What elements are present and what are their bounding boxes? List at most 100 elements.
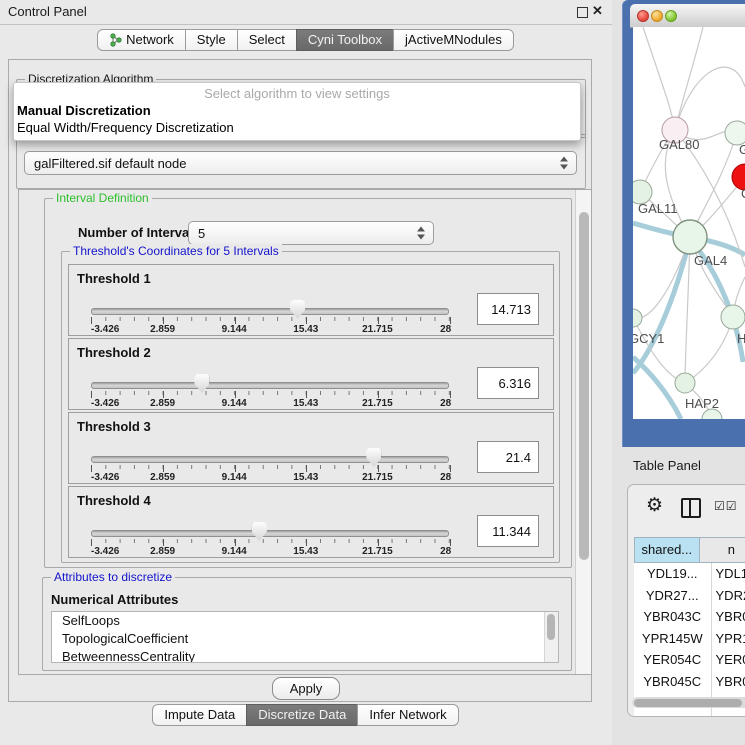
tab-style[interactable]: Style	[185, 29, 238, 51]
threshold-1-value-field[interactable]: 14.713	[477, 293, 539, 325]
control-panel-title: Control Panel	[8, 4, 87, 19]
threshold-1-label: Threshold 1	[77, 271, 151, 286]
list-item[interactable]: SelfLoops	[52, 612, 558, 630]
control-panel: Control Panel ✕ Network Style Select Cyn…	[0, 0, 612, 745]
node-label-clipped: H	[737, 331, 745, 346]
screenshot-root: Control Panel ✕ Network Style Select Cyn…	[0, 0, 745, 745]
combo-stepper-icon	[417, 226, 426, 241]
node-label-clipped: GA	[739, 142, 745, 157]
number-of-intervals-combobox[interactable]: 5	[188, 221, 434, 245]
attributes-group-label: Attributes to discretize	[51, 570, 175, 584]
tab-network-label: Network	[126, 30, 174, 50]
network-node-hap2[interactable]	[675, 373, 695, 393]
combo-stepper-icon	[560, 156, 569, 171]
tab-infer-network[interactable]: Infer Network	[357, 704, 458, 726]
number-of-intervals-label: Number of Intervals	[78, 225, 200, 240]
cyni-toolbox-panel: Discretization Algorithm Select algorith…	[8, 59, 592, 702]
minimize-traffic-light-icon[interactable]	[651, 10, 663, 22]
algorithm-dropdown-popup: Select algorithm to view settings Manual…	[13, 82, 581, 141]
threshold-1-panel: Threshold 1 -3.426 2.859 9	[68, 264, 554, 336]
algorithm-option-equal-width[interactable]: Equal Width/Frequency Discretization	[17, 120, 234, 135]
list-item[interactable]: BetweennessCentrality	[52, 648, 558, 663]
zoom-traffic-light-icon[interactable]	[665, 10, 677, 22]
slider-track	[91, 382, 449, 389]
table-horizontal-scrollbar[interactable]	[632, 697, 745, 708]
network-graph: GAL80 GA C GAL11 GAL4 GCY1 H HAP2	[633, 27, 745, 419]
threshold-4-label: Threshold 4	[77, 493, 151, 508]
node-label-gal4: GAL4	[694, 253, 727, 268]
table-row[interactable]: YBR045CYBR0	[634, 671, 745, 693]
column-header-name[interactable]: n	[700, 538, 745, 562]
node-label-gcy1: GCY1	[633, 331, 664, 346]
threshold-2-value-field[interactable]: 6.316	[477, 367, 539, 399]
table-row[interactable]: YPR145WYPR1	[634, 628, 745, 650]
tab-discretize-data[interactable]: Discretize Data	[246, 704, 358, 726]
thresholds-group-label: Threshold's Coordinates for 5 Intervals	[70, 244, 282, 258]
network-node[interactable]	[721, 305, 745, 329]
close-icon[interactable]: ✕	[592, 3, 603, 19]
slider-track	[91, 530, 449, 537]
slider-tick-labels: -3.426 2.859 9.144 15.43 21.715 28	[91, 472, 449, 483]
bottom-tab-bar: Impute Data Discretize Data Infer Networ…	[0, 704, 612, 726]
number-of-intervals-value: 5	[198, 226, 205, 241]
node-label-clipped: C	[741, 186, 745, 201]
top-tab-bar: Network Style Select Cyni Toolbox jActiv…	[0, 29, 612, 51]
settings-scroll-area: Interval Definition Number of Intervals …	[18, 189, 592, 675]
float-window-icon[interactable]	[577, 7, 588, 18]
table-row[interactable]: YER054CYER0	[634, 649, 745, 671]
split-columns-icon[interactable]	[681, 498, 701, 518]
gear-icon[interactable]: ⚙	[646, 494, 663, 517]
attributes-scrollbar[interactable]	[544, 612, 558, 662]
slider-tick-labels: -3.426 2.859 9.144 15.43 21.715 28	[91, 398, 449, 409]
tab-cyni-toolbox[interactable]: Cyni Toolbox	[296, 29, 394, 51]
table-row[interactable]: YDL19...YDL1	[634, 563, 745, 585]
numerical-attributes-list: SelfLoops TopologicalCoefficient Between…	[51, 611, 559, 663]
interval-definition-label: Interval Definition	[53, 191, 152, 205]
network-view-window: GAL80 GA C GAL11 GAL4 GCY1 H HAP2	[622, 0, 745, 447]
numerical-attributes-label: Numerical Attributes	[51, 592, 178, 607]
network-node-gal4[interactable]	[673, 220, 707, 254]
node-label-gal11: GAL11	[638, 201, 678, 216]
threshold-4-value-field[interactable]: 11.344	[477, 515, 539, 547]
network-canvas[interactable]: GAL80 GA C GAL11 GAL4 GCY1 H HAP2	[633, 27, 745, 419]
node-label-gal80: GAL80	[659, 137, 699, 152]
network-node-gcy1[interactable]	[633, 309, 642, 327]
algorithm-popup-header: Select algorithm to view settings	[14, 86, 580, 101]
select-columns-icon[interactable]: ☑☑	[714, 499, 738, 513]
table-header-row: shared... n	[634, 537, 745, 563]
tab-impute-data[interactable]: Impute Data	[152, 704, 247, 726]
threshold-3-label: Threshold 3	[77, 419, 151, 434]
apply-button[interactable]: Apply	[272, 677, 340, 700]
network-window-titlebar	[630, 4, 745, 28]
tab-jactivemnodules[interactable]: jActiveMNodules	[393, 29, 514, 51]
network-icon	[109, 33, 122, 47]
table-data-combobox[interactable]: galFiltered.sif default node	[24, 151, 577, 175]
slider-track	[91, 308, 449, 315]
tab-select[interactable]: Select	[237, 29, 297, 51]
list-item[interactable]: TopologicalCoefficient	[52, 630, 558, 648]
slider-tick-labels: -3.426 2.859 9.144 15.43 21.715 28	[91, 324, 449, 335]
slider-tick-labels: -3.426 2.859 9.144 15.43 21.715 28	[91, 546, 449, 557]
table-row[interactable]: YLR345WYLR3	[634, 714, 745, 718]
table-row[interactable]: YDR27...YDR2	[634, 585, 745, 607]
node-table: shared... n YDL19...YDL1 YDR27...YDR2 YB…	[634, 537, 745, 717]
algorithm-option-manual[interactable]: Manual Discretization	[17, 103, 151, 118]
interval-definition-group: Interval Definition Number of Intervals …	[44, 198, 572, 568]
close-traffic-light-icon[interactable]	[637, 10, 649, 22]
table-panel-title: Table Panel	[633, 458, 701, 473]
table-data-group: Table Data galFiltered.sif default node	[16, 134, 586, 189]
threshold-3-panel: Threshold 3 -3.426 2.859 9	[68, 412, 554, 484]
column-header-shared-name[interactable]: shared...	[635, 538, 700, 562]
threshold-3-value-field[interactable]: 21.4	[477, 441, 539, 473]
settings-vertical-scrollbar[interactable]	[575, 190, 592, 674]
threshold-2-panel: Threshold 2 -3.426 2.859 9	[68, 338, 554, 410]
tab-network[interactable]: Network	[97, 29, 186, 51]
table-row[interactable]: YBR043CYBR0	[634, 606, 745, 628]
attributes-group: Attributes to discretize Numerical Attri…	[42, 577, 572, 671]
threshold-2-label: Threshold 2	[77, 345, 151, 360]
table-panel: ⚙ ☑☑ shared... n YDL19...YDL1 YDR27...YD…	[627, 484, 745, 717]
node-label-hap2: HAP2	[685, 396, 719, 411]
table-data-value: galFiltered.sif default node	[34, 156, 186, 171]
threshold-4-panel: Threshold 4 -3.426 2.859 9	[68, 486, 554, 558]
thresholds-group: Threshold's Coordinates for 5 Intervals …	[61, 251, 560, 563]
